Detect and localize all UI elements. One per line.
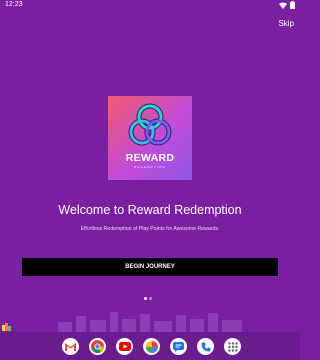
notification-icon <box>2 323 11 331</box>
gmail-icon[interactable] <box>62 338 79 355</box>
logo-name: REWARD <box>125 152 175 164</box>
chrome-icon[interactable] <box>89 338 106 355</box>
app-drawer-icon[interactable] <box>224 338 241 355</box>
wallpaper-decoration <box>58 312 242 332</box>
battery-icon <box>290 1 295 9</box>
app-dock <box>0 332 300 360</box>
page-dot-inactive <box>149 297 152 300</box>
wifi-icon <box>279 2 287 9</box>
logo-subtitle: REDEMPTION <box>133 165 166 169</box>
status-bar: 12:23 <box>0 0 300 12</box>
page-indicator <box>144 297 152 300</box>
status-time: 12:23 <box>5 1 23 8</box>
app-logo: REWARD REDEMPTION <box>108 96 192 180</box>
phone-icon[interactable] <box>197 338 214 355</box>
photos-icon[interactable] <box>143 338 160 355</box>
status-icons <box>279 1 295 9</box>
skip-button[interactable]: Skip <box>278 19 294 28</box>
welcome-title: Welcome to Reward Redemption <box>58 203 242 217</box>
youtube-icon[interactable] <box>116 338 133 355</box>
page-dot-active <box>144 297 147 300</box>
begin-journey-button[interactable]: BEGIN JOURNEY <box>22 258 278 276</box>
knot-logo-icon <box>128 103 172 146</box>
messages-icon[interactable] <box>170 338 187 355</box>
welcome-subtitle: Effortless Redemption of Play Points for… <box>80 226 220 232</box>
